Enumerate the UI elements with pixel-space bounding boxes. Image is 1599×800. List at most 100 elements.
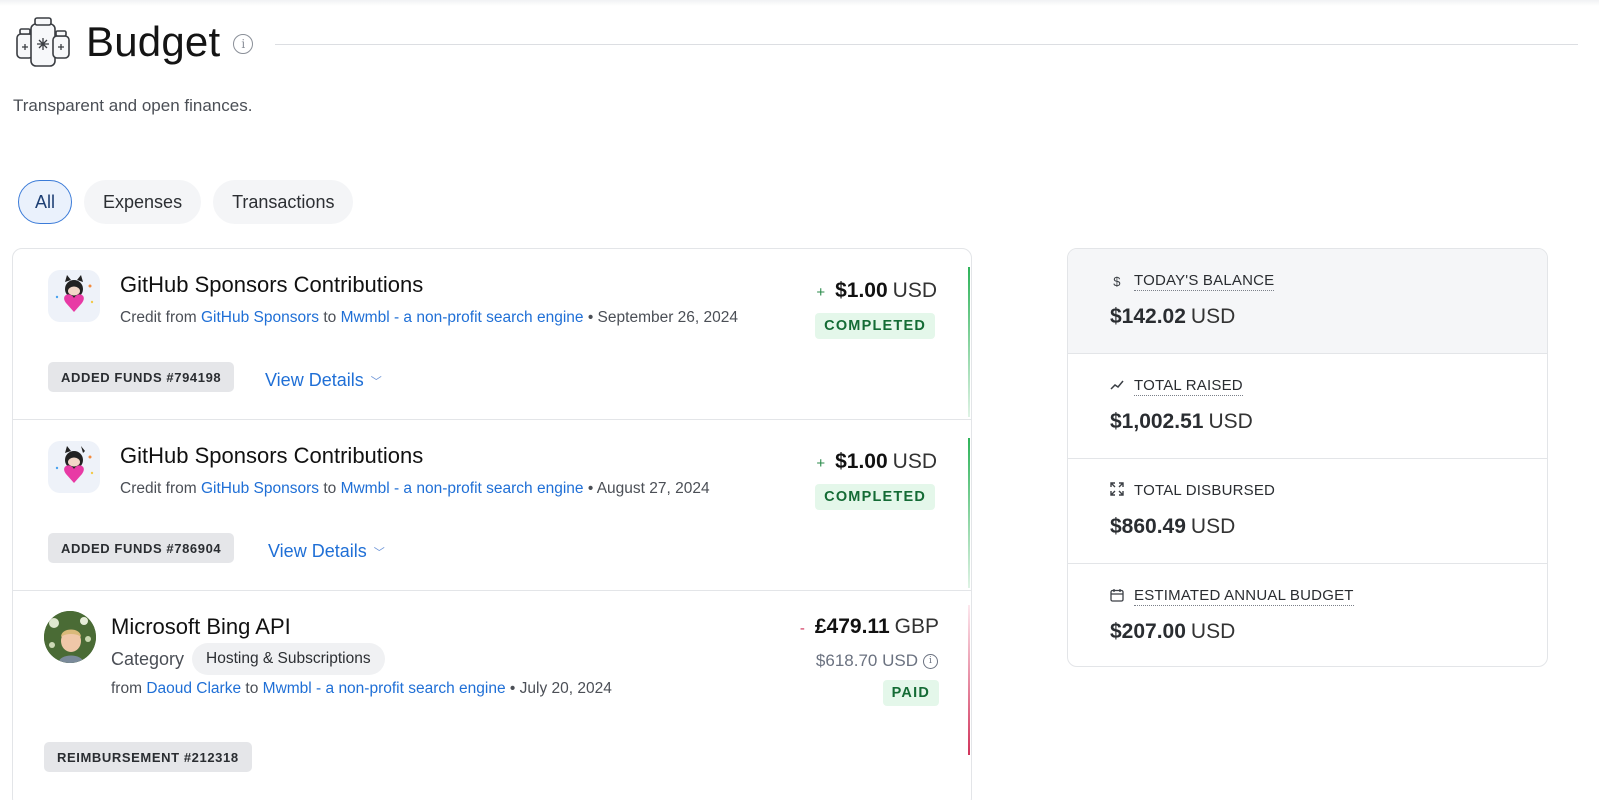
summary-todays-balance: $ TODAY'S BALANCE $142.02 USD — [1068, 249, 1547, 354]
status-badge: PAID — [882, 680, 939, 706]
summary-label[interactable]: TOTAL RAISED — [1110, 376, 1243, 396]
summary-label-text: TODAY'S BALANCE — [1134, 272, 1275, 291]
meta-to-word: to — [323, 309, 337, 326]
page-subtitle: Transparent and open finances. — [13, 96, 253, 115]
credit-sign: + — [816, 455, 826, 472]
amount-currency: USD — [892, 450, 937, 473]
summary-label[interactable]: ESTIMATED ANNUAL BUDGET — [1110, 586, 1354, 606]
transaction-title: GitHub Sponsors Contributions — [120, 443, 424, 468]
page-header: Budget i — [13, 14, 1578, 70]
tab-transactions[interactable]: Transactions — [213, 180, 354, 224]
summary-label-text: TOTAL RAISED — [1134, 377, 1243, 396]
category-tag[interactable]: Hosting & Subscriptions — [192, 643, 385, 675]
expense-date: • July 20, 2024 — [509, 680, 612, 697]
to-link[interactable]: Mwmbl - a non-profit search engine — [263, 680, 506, 697]
to-link[interactable]: Mwmbl - a non-profit search engine — [341, 309, 584, 326]
dollar-icon: $ — [1113, 273, 1121, 289]
transaction-id-badge[interactable]: ADDED FUNDS #786904 — [48, 533, 235, 563]
view-details-label: View Details — [268, 541, 367, 561]
summary-total-raised: TOTAL RAISED $1,002.51 USD — [1068, 354, 1547, 459]
credit-edge-indicator — [968, 438, 970, 588]
transaction-meta: Credit from GitHub Sponsors to Mwmbl - a… — [120, 480, 710, 498]
category-label: Category — [111, 648, 185, 669]
view-details-button[interactable]: View Details ﹀ — [265, 370, 382, 391]
chevron-down-icon: ﹀ — [373, 546, 385, 559]
from-link[interactable]: Daoud Clarke — [146, 680, 241, 697]
amount-currency: USD — [892, 279, 937, 302]
summary-value: $142.02 USD — [1110, 305, 1235, 329]
amount-value: £479.11 — [814, 615, 890, 638]
summary-value: $1,002.51 USD — [1110, 410, 1253, 434]
expense-amount: - £479.11 GBP — [800, 615, 939, 639]
transaction-date: • September 26, 2024 — [587, 309, 739, 326]
trend-up-icon — [1110, 379, 1124, 394]
transaction-amount: + $1.00 USD — [816, 279, 937, 303]
github-sponsors-heart-icon[interactable] — [48, 441, 100, 493]
info-icon[interactable]: i — [233, 34, 254, 54]
debit-sign: - — [799, 620, 805, 637]
transaction-row: GitHub Sponsors Contributions Credit fro… — [13, 249, 971, 420]
summary-currency: USD — [1190, 305, 1236, 328]
transaction-id-badge[interactable]: ADDED FUNDS #794198 — [48, 362, 235, 392]
transaction-row: GitHub Sponsors Contributions Credit fro… — [13, 420, 971, 591]
credit-sign: + — [816, 284, 826, 301]
debit-edge-indicator — [968, 605, 970, 755]
tab-all[interactable]: All — [18, 180, 73, 224]
meta-to-word: to — [245, 680, 259, 697]
user-avatar[interactable] — [44, 611, 96, 663]
meta-prefix: Credit from — [120, 309, 197, 326]
view-details-label: View Details — [265, 370, 364, 390]
calendar-icon — [1110, 588, 1124, 605]
amount-value: $1.00 — [835, 450, 888, 473]
summary-amount: $207.00 — [1110, 620, 1186, 643]
expense-title: Microsoft Bing API — [111, 614, 291, 639]
expand-arrows-icon — [1110, 482, 1124, 499]
expense-category: Category Hosting & Subscriptions — [111, 643, 385, 675]
meta-prefix: from — [111, 680, 142, 697]
chevron-down-icon: ﹀ — [370, 375, 382, 388]
page-title: Budget — [86, 18, 221, 65]
summary-currency: USD — [1190, 620, 1236, 643]
to-link[interactable]: Mwmbl - a non-profit search engine — [341, 480, 584, 497]
transaction-list: GitHub Sponsors Contributions Credit fro… — [12, 248, 972, 800]
transaction-amount: + $1.00 USD — [816, 450, 937, 474]
expense-id-badge[interactable]: REIMBURSEMENT #212318 — [44, 742, 252, 772]
transaction-meta: Credit from GitHub Sponsors to Mwmbl - a… — [120, 309, 738, 327]
view-details-button[interactable]: View Details ﹀ — [268, 541, 385, 562]
status-badge: COMPLETED — [815, 484, 935, 510]
summary-label-text: ESTIMATED ANNUAL BUDGET — [1134, 587, 1354, 606]
info-icon[interactable]: i — [923, 653, 938, 669]
summary-value: $207.00 USD — [1110, 620, 1235, 644]
from-link[interactable]: GitHub Sponsors — [201, 480, 319, 497]
budget-summary-card: $ TODAY'S BALANCE $142.02 USD TOTAL RAISE… — [1067, 248, 1548, 667]
summary-currency: USD — [1190, 515, 1236, 538]
summary-total-disbursed: TOTAL DISBURSED $860.49 USD — [1068, 459, 1547, 564]
expense-meta: from Daoud Clarke to Mwmbl - a non-profi… — [111, 680, 612, 698]
summary-amount: $1,002.51 — [1110, 410, 1204, 433]
summary-amount: $142.02 — [1110, 305, 1186, 328]
filter-tabs: All Expenses Transactions — [18, 180, 354, 224]
transaction-row: Microsoft Bing API Category Hosting & Su… — [13, 591, 971, 800]
from-link[interactable]: GitHub Sponsors — [201, 309, 319, 326]
transaction-date: • August 27, 2024 — [587, 480, 710, 497]
github-sponsors-heart-icon[interactable] — [48, 270, 100, 322]
converted-amount: $618.70 USD i — [816, 651, 938, 671]
header-divider — [275, 43, 1578, 45]
transaction-title: GitHub Sponsors Contributions — [120, 272, 424, 297]
meta-prefix: Credit from — [120, 480, 197, 497]
amount-currency: GBP — [894, 615, 939, 638]
summary-label[interactable]: $ TODAY'S BALANCE — [1110, 271, 1275, 291]
summary-amount: $860.49 — [1110, 515, 1186, 538]
tab-expenses[interactable]: Expenses — [84, 180, 202, 224]
summary-label-text: TOTAL DISBURSED — [1134, 482, 1276, 499]
amount-value: $1.00 — [835, 279, 888, 302]
budget-jars-icon — [16, 17, 70, 67]
status-badge: COMPLETED — [815, 313, 935, 339]
summary-estimated-annual-budget: ESTIMATED ANNUAL BUDGET $207.00 USD — [1068, 564, 1547, 666]
credit-edge-indicator — [968, 267, 970, 417]
converted-value: $618.70 USD — [815, 651, 918, 670]
summary-value: $860.49 USD — [1110, 515, 1235, 539]
meta-to-word: to — [323, 480, 337, 497]
top-shadow — [0, 0, 1599, 6]
summary-currency: USD — [1208, 410, 1253, 433]
